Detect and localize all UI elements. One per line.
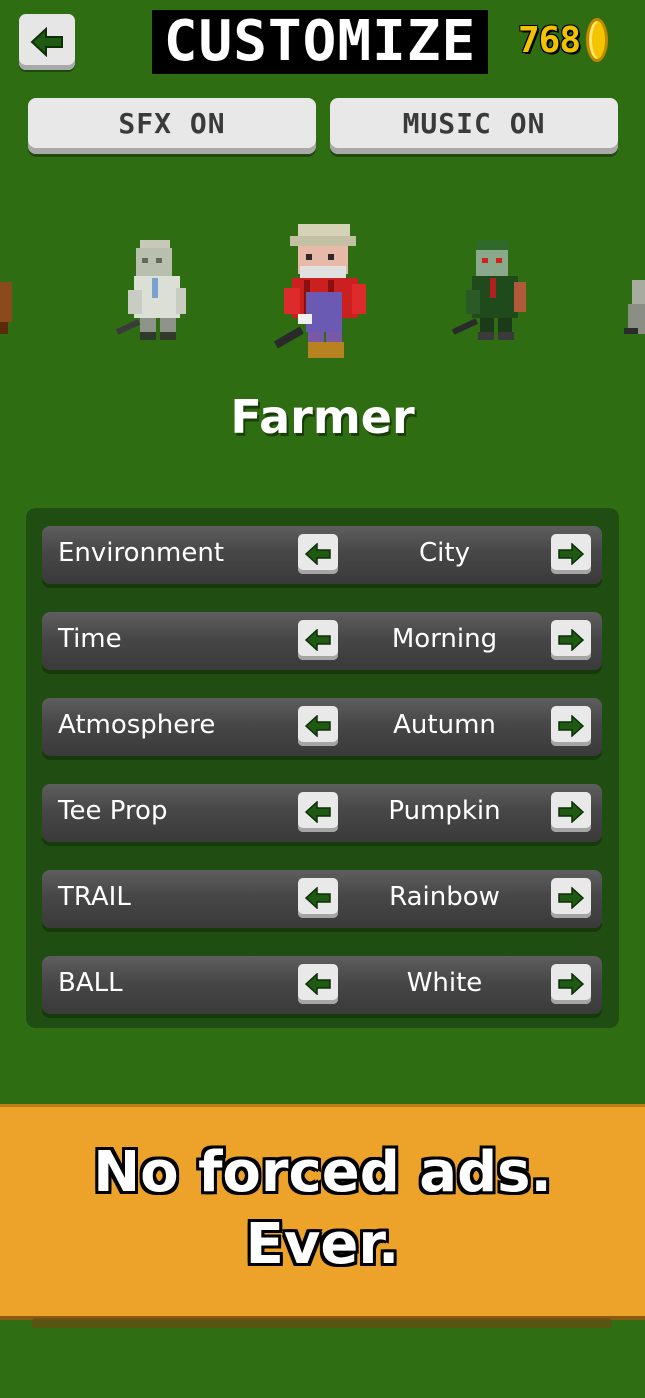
- page-title: CUSTOMIZE: [152, 10, 488, 74]
- setting-value: Autumn: [393, 710, 496, 740]
- arrow-left-icon: [305, 887, 331, 909]
- coin-balance: 768: [518, 16, 609, 64]
- arrow-right-icon: [558, 629, 584, 651]
- previous-option-button[interactable]: [298, 706, 338, 746]
- arrow-left-icon: [305, 801, 331, 823]
- next-option-button[interactable]: [551, 964, 591, 1004]
- previous-option-button[interactable]: [298, 964, 338, 1004]
- coin-count: 768: [518, 19, 581, 61]
- arrow-left-icon: [305, 715, 331, 737]
- character-farmer-selected[interactable]: [268, 222, 380, 362]
- back-button[interactable]: [19, 14, 75, 70]
- arrow-right-icon: [558, 973, 584, 995]
- coin-icon: [586, 18, 609, 62]
- setting-row-tee-prop: Tee Prop Pumpkin: [42, 784, 602, 842]
- arrow-right-icon: [558, 543, 584, 565]
- setting-label: BALL: [58, 968, 123, 998]
- setting-label: Environment: [58, 538, 225, 568]
- bottom-shelf: [32, 1318, 612, 1328]
- setting-label: TRAIL: [58, 882, 131, 912]
- setting-label: Tee Prop: [58, 796, 168, 826]
- arrow-right-icon: [558, 801, 584, 823]
- selected-character-name: Farmer: [230, 390, 415, 444]
- previous-option-button[interactable]: [298, 792, 338, 832]
- setting-row-ball: BALL White: [42, 956, 602, 1014]
- character-zombie-golfer[interactable]: [448, 236, 538, 346]
- setting-value: Pumpkin: [388, 796, 501, 826]
- previous-option-button[interactable]: [298, 534, 338, 574]
- next-option-button[interactable]: [551, 792, 591, 832]
- settings-panel: Environment City Time Morning Atmosphere…: [26, 508, 619, 1028]
- next-option-button[interactable]: [551, 620, 591, 660]
- sfx-toggle-button[interactable]: SFX ON: [28, 98, 316, 154]
- setting-row-atmosphere: Atmosphere Autumn: [42, 698, 602, 756]
- previous-option-button[interactable]: [298, 620, 338, 660]
- character-ghost-golfer[interactable]: [110, 236, 200, 346]
- arrow-left-icon: [305, 973, 331, 995]
- setting-value: Rainbow: [389, 882, 500, 912]
- music-toggle-button[interactable]: MUSIC ON: [330, 98, 618, 154]
- setting-value: Morning: [391, 624, 498, 654]
- setting-row-time: Time Morning: [42, 612, 602, 670]
- setting-value: White: [406, 968, 483, 998]
- setting-label: Atmosphere: [58, 710, 216, 740]
- next-option-button[interactable]: [551, 534, 591, 574]
- next-option-button[interactable]: [551, 878, 591, 918]
- setting-label: Time: [58, 624, 122, 654]
- promo-subline: Ever.: [245, 1212, 400, 1277]
- arrow-left-icon: [305, 629, 331, 651]
- setting-row-trail: TRAIL Rainbow: [42, 870, 602, 928]
- setting-row-environment: Environment City: [42, 526, 602, 584]
- arrow-left-icon: [305, 543, 331, 565]
- previous-option-button[interactable]: [298, 878, 338, 918]
- arrow-right-icon: [558, 715, 584, 737]
- arrow-left-icon: [30, 27, 63, 57]
- next-option-button[interactable]: [551, 706, 591, 746]
- promo-headline: No forced ads.: [93, 1140, 552, 1205]
- promo-banner: [0, 1104, 645, 1316]
- setting-value: City: [419, 538, 470, 568]
- character-partial-right[interactable]: [624, 280, 645, 340]
- character-partial-left[interactable]: [0, 270, 14, 340]
- arrow-right-icon: [558, 887, 584, 909]
